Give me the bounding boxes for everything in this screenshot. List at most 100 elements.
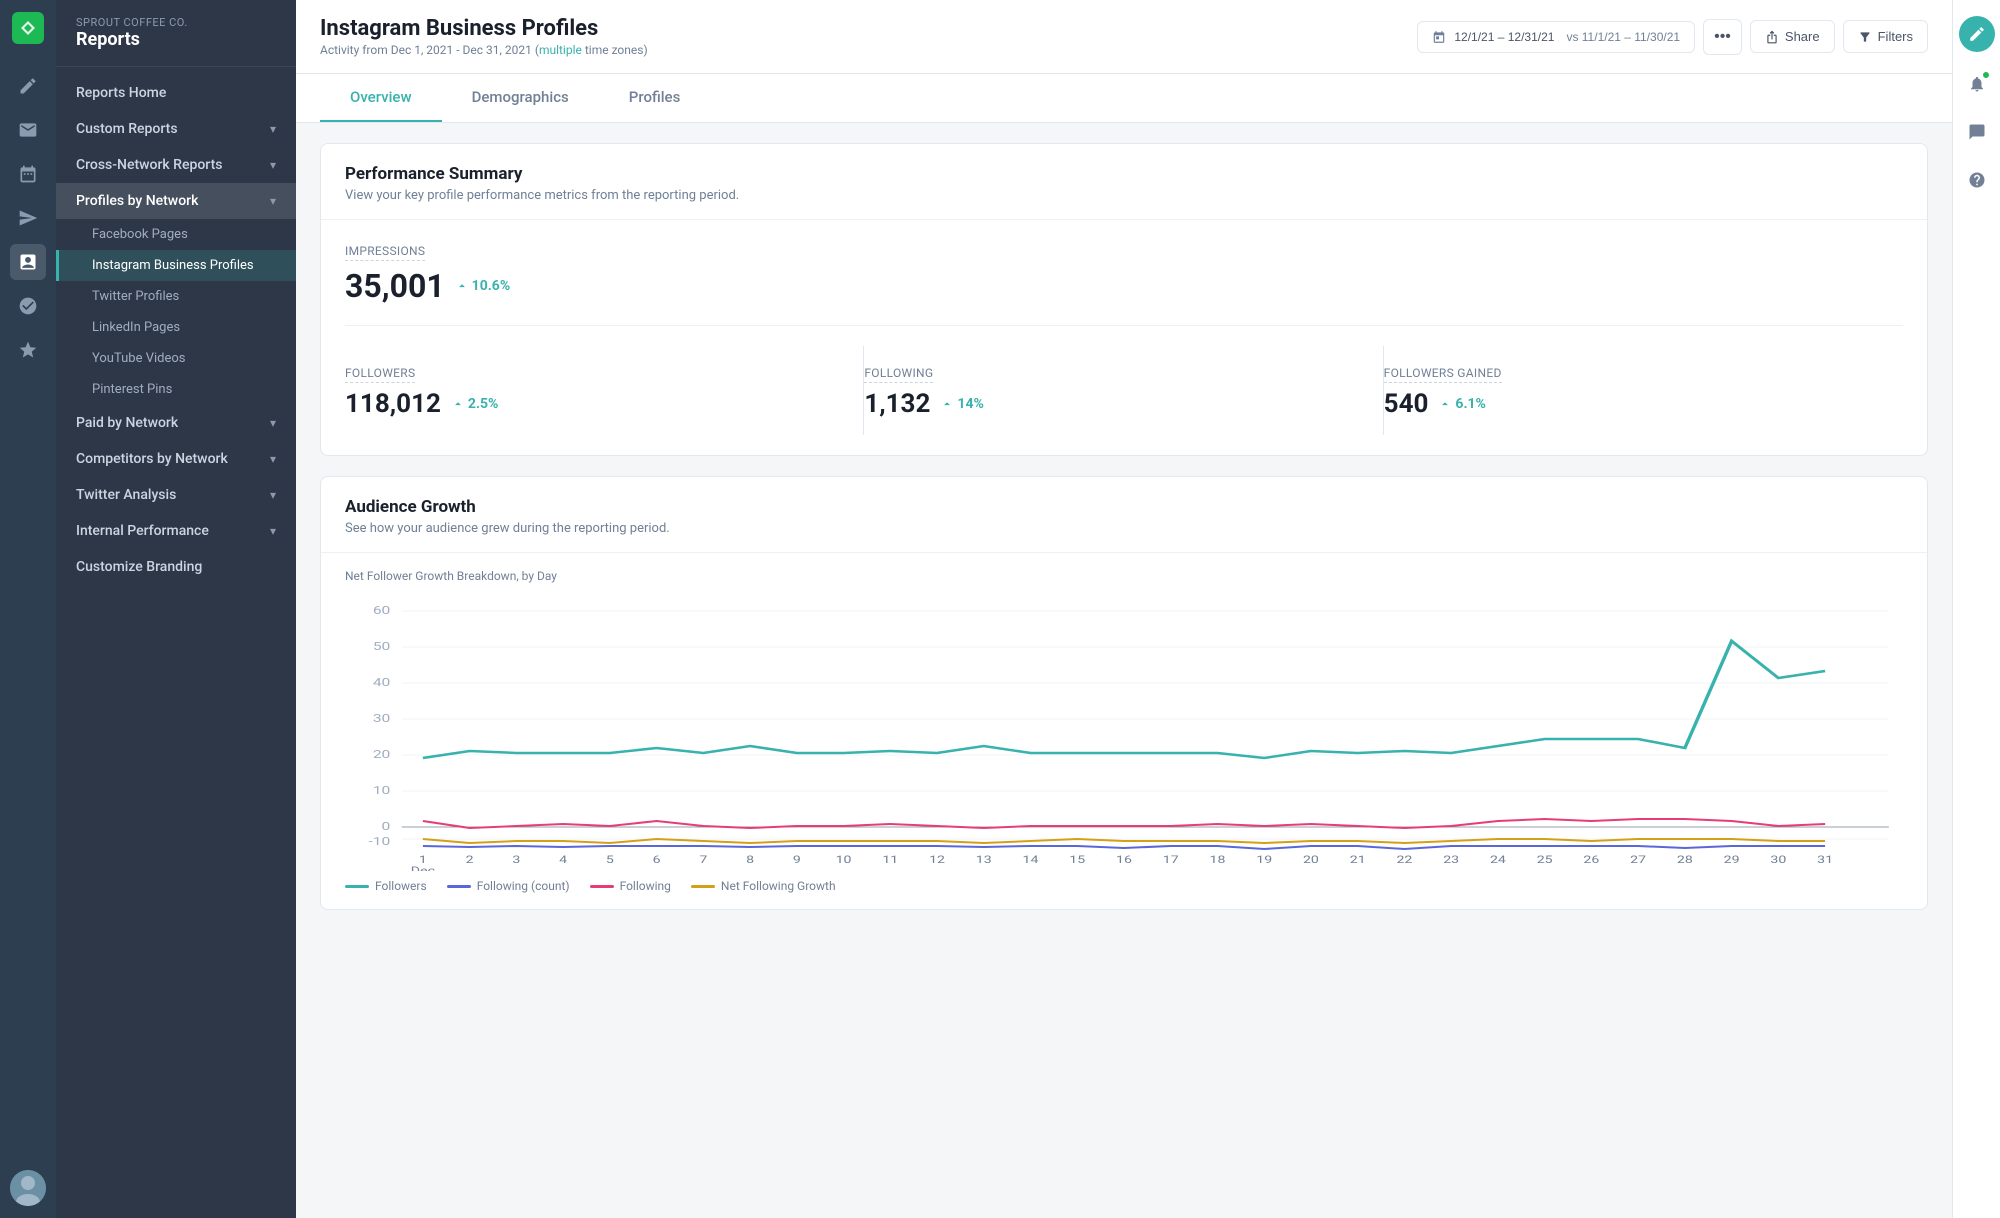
tab-overview[interactable]: Overview [320,74,442,122]
page-header-left: Instagram Business Profiles Activity fro… [320,16,648,57]
notification-dot [1982,71,1990,79]
share-button[interactable]: Share [1750,20,1835,53]
sidebar-nav: Reports Home Custom Reports ▾ Cross-Netw… [56,67,296,593]
sidebar-item-custom-reports[interactable]: Custom Reports ▾ [56,111,296,147]
followers-gained-metric: Followers Gained 540 6.1% [1384,346,1903,435]
impressions-label: Impressions [345,244,425,261]
svg-text:50: 50 [373,640,390,653]
followers-metric: Followers 118,012 2.5% [345,346,864,435]
chevron-down-icon: ▾ [270,122,276,136]
sidebar-item-twitter-analysis[interactable]: Twitter Analysis ▾ [56,477,296,513]
user-avatar[interactable] [10,1170,46,1206]
legend-followers: Followers [345,879,427,893]
svg-text:2: 2 [466,854,474,865]
followers-label: Followers [345,366,415,383]
sidebar-subitem-twitter-profiles[interactable]: Twitter Profiles [56,281,296,312]
sidebar-item-competitors-by-network[interactable]: Competitors by Network ▾ [56,441,296,477]
performance-summary-header: Performance Summary View your key profil… [321,144,1927,220]
impressions-change: 10.6% [455,278,511,294]
metrics-container: Impressions 35,001 10.6% Followers [321,220,1927,455]
header-actions: 12/1/21 – 12/31/21 vs 11/1/21 – 11/30/21… [1417,19,1928,55]
sidebar-item-cross-network[interactable]: Cross-Network Reports ▾ [56,147,296,183]
sidebar-item-reports-home[interactable]: Reports Home [56,75,296,111]
main-content: Instagram Business Profiles Activity fro… [296,0,1952,1218]
svg-text:14: 14 [1023,854,1039,865]
sidebar-subitem-linkedin-pages[interactable]: LinkedIn Pages [56,312,296,343]
calendar-icon [1432,30,1446,44]
svg-text:31: 31 [1817,854,1833,865]
tab-demographics[interactable]: Demographics [442,74,599,122]
nav-icon-tasks[interactable] [10,156,46,192]
timezone-link[interactable]: multiple [539,43,582,57]
legend-color-following [590,885,614,888]
date-range-button[interactable]: 12/1/21 – 12/31/21 vs 11/1/21 – 11/30/21 [1417,21,1695,53]
sidebar-header: Sprout Coffee Co. Reports [56,0,296,67]
more-options-button[interactable]: ••• [1703,19,1742,55]
sidebar-item-internal-performance[interactable]: Internal Performance ▾ [56,513,296,549]
svg-text:24: 24 [1490,854,1506,865]
legend-following-count: Following (count) [447,879,570,893]
svg-text:20: 20 [373,748,390,761]
svg-text:20: 20 [1303,854,1319,865]
audience-growth-header: Audience Growth See how your audience gr… [321,477,1927,553]
icon-rail [0,0,56,1218]
svg-text:5: 5 [606,854,614,865]
nav-icon-inbox[interactable] [10,112,46,148]
svg-text:0: 0 [382,820,391,833]
sidebar-item-paid-by-network[interactable]: Paid by Network ▾ [56,405,296,441]
chart-wrapper: 60 50 40 30 20 10 0 -10 [345,591,1903,871]
sidebar-subitem-youtube-videos[interactable]: YouTube Videos [56,343,296,374]
svg-text:26: 26 [1583,854,1599,865]
right-rail-chat-icon[interactable] [1961,116,1993,148]
svg-text:22: 22 [1396,854,1412,865]
legend-following: Following [590,879,671,893]
arrow-up-icon [455,279,469,293]
svg-text:Dec: Dec [411,865,436,871]
right-rail [1952,0,2000,1218]
sidebar-item-customize-branding[interactable]: Customize Branding [56,549,296,585]
nav-icon-star[interactable] [10,332,46,368]
date-range-text: 12/1/21 – 12/31/21 [1454,30,1554,44]
nav-icon-publishing[interactable] [10,200,46,236]
svg-text:1: 1 [419,854,427,865]
following-label: Following [864,366,933,383]
company-name: Sprout Coffee Co. [76,16,276,29]
sidebar-item-profiles-by-network[interactable]: Profiles by Network ▾ [56,183,296,219]
audience-growth-desc: See how your audience grew during the re… [345,521,1903,536]
sidebar-subitem-facebook-pages[interactable]: Facebook Pages [56,219,296,250]
sidebar-subitem-pinterest-pins[interactable]: Pinterest Pins [56,374,296,405]
right-rail-bell-icon[interactable] [1961,68,1993,100]
legend-color-net-following-growth [691,885,715,888]
filters-button[interactable]: Filters [1843,20,1928,53]
right-rail-compose-icon[interactable] [1959,16,1995,52]
sidebar: Sprout Coffee Co. Reports Reports Home C… [56,0,296,1218]
tab-profiles[interactable]: Profiles [599,74,711,122]
svg-text:16: 16 [1116,854,1132,865]
nav-icon-compose[interactable] [10,68,46,104]
page-subtitle: Activity from Dec 1, 2021 - Dec 31, 2021… [320,43,648,57]
arrow-up-icon [1438,397,1452,411]
legend-color-followers [345,885,369,888]
performance-summary-card: Performance Summary View your key profil… [320,143,1928,456]
share-icon [1765,30,1779,44]
svg-text:30: 30 [373,712,390,725]
content-area: Performance Summary View your key profil… [296,123,1952,1218]
audience-chart: 60 50 40 30 20 10 0 -10 [345,591,1903,871]
tabs-bar: Overview Demographics Profiles [296,74,1952,123]
metrics-row: Followers 118,012 2.5% Following 1,1 [345,346,1903,435]
sidebar-subitem-instagram-business[interactable]: Instagram Business Profiles [56,250,296,281]
audience-growth-title: Audience Growth [345,497,1903,517]
sidebar-section-title: Reports [76,29,276,50]
svg-text:60: 60 [373,604,390,617]
svg-text:25: 25 [1537,854,1553,865]
legend-color-following-count [447,885,471,888]
following-metric: Following 1,132 14% [864,346,1383,435]
nav-icon-reports[interactable] [10,244,46,280]
right-rail-help-icon[interactable] [1961,164,1993,196]
svg-text:40: 40 [373,676,390,689]
svg-text:18: 18 [1210,854,1226,865]
legend-net-following-growth: Net Following Growth [691,879,836,893]
svg-text:13: 13 [976,854,992,865]
svg-text:10: 10 [373,784,390,797]
nav-icon-automation[interactable] [10,288,46,324]
